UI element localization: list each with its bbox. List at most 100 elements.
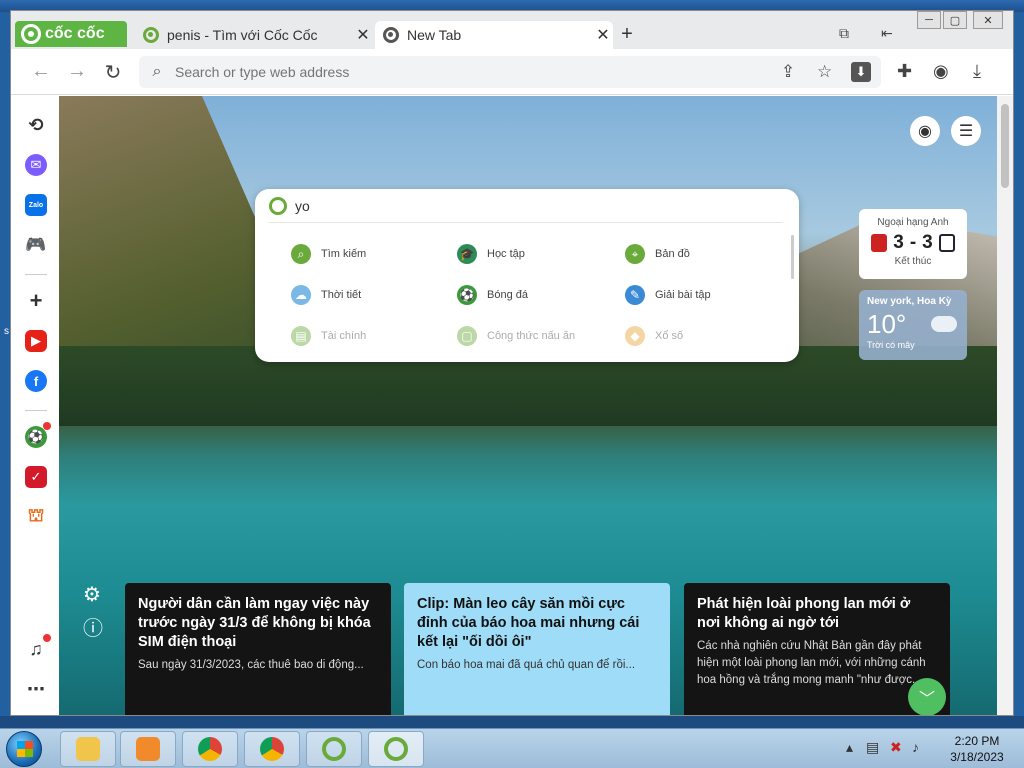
news-desc: Con báo hoa mai đã quá chủ quan để rồi..…: [417, 659, 636, 671]
download-video-icon[interactable]: ⬇: [851, 62, 871, 82]
new-tab-page: ◉ ☰ ⌕ Tìm kiếm 🎓 Học tập ⌖ Bản đồ ☁ Thời tiết ⚽ B…: [59, 96, 997, 715]
minimize-button[interactable]: ─: [917, 11, 941, 29]
info-icon[interactable]: ⓘ: [83, 612, 103, 641]
tray-expand-icon[interactable]: ▴: [846, 739, 853, 756]
close-window-button[interactable]: ✕: [973, 11, 1003, 29]
map-pin-icon: ⌖: [625, 244, 645, 264]
more-icon[interactable]: ⋯: [25, 678, 47, 700]
coccoc-search-icon: [269, 197, 287, 215]
brand-button[interactable]: cốc cốc: [15, 21, 127, 47]
weather-city: New york, Hoa Kỳ: [867, 296, 952, 307]
bookmark-star-icon[interactable]: ☆: [817, 62, 832, 82]
scrollbar-thumb[interactable]: [1001, 104, 1009, 188]
search-icon: ⌕: [291, 244, 311, 264]
start-button[interactable]: [6, 731, 42, 767]
downloads-icon[interactable]: ⤓: [973, 61, 981, 82]
score-line: 3 - 3: [859, 232, 967, 254]
category-item[interactable]: ⌖ Bản đồ: [625, 244, 690, 264]
category-label: Tìm kiếm: [321, 248, 367, 260]
customize-icon[interactable]: ☰: [951, 116, 981, 146]
close-tab-icon[interactable]: ✕: [353, 25, 373, 45]
scroll-down-icon[interactable]: ﹀: [908, 678, 946, 715]
account-icon[interactable]: ◉: [910, 116, 940, 146]
taskbar-chrome-1[interactable]: [182, 731, 238, 767]
panel-divider: [269, 222, 783, 223]
category-label: Thời tiết: [321, 289, 362, 301]
category-item[interactable]: ⚽ Bóng đá: [457, 285, 528, 305]
news-title: Phát hiện loài phong lan mới ở nơi không…: [697, 596, 911, 631]
weather-desc: Trời có mây: [867, 340, 915, 350]
sidebar-divider: [25, 410, 47, 411]
history-icon[interactable]: ⟲: [25, 114, 47, 136]
football-app-icon[interactable]: ⚽: [25, 422, 51, 448]
taskbar-chrome-2[interactable]: [244, 731, 300, 767]
category-item[interactable]: ◆ Xổ số: [625, 326, 683, 346]
close-tab-icon[interactable]: ✕: [593, 25, 613, 45]
sidebar-divider: [25, 274, 47, 275]
messenger-icon[interactable]: ✉: [25, 154, 47, 176]
tick-app-icon[interactable]: ✓: [25, 466, 47, 488]
news-card[interactable]: Clip: Màn leo cây săn mồi cực đỉnh của b…: [404, 583, 670, 715]
tray-network-icon[interactable]: ✖: [890, 739, 902, 756]
page-scrollbar[interactable]: [997, 96, 1013, 715]
sidebar-toggle-icon[interactable]: ⇤: [881, 25, 893, 42]
cloud-icon: [931, 316, 957, 332]
tray-volume-icon[interactable]: ♪: [912, 739, 919, 755]
tab-search-results[interactable]: penis - Tìm với Cốc Cốc ✕: [135, 21, 373, 49]
back-icon[interactable]: ←: [29, 60, 53, 83]
youtube-icon[interactable]: ▶: [25, 330, 47, 352]
category-item[interactable]: ▤ Tài chính: [291, 326, 366, 346]
notification-dot: [43, 422, 51, 430]
forward-icon[interactable]: →: [65, 60, 89, 83]
add-icon[interactable]: +: [25, 288, 47, 313]
news-card[interactable]: Người dân cần làm ngay việc này trước ng…: [125, 583, 391, 715]
league-name: Ngoại hạng Anh: [877, 217, 949, 228]
category-item[interactable]: ⌕ Tìm kiếm: [291, 244, 366, 264]
coccoc-favicon-icon: [383, 27, 399, 43]
taskbar-coccoc-1[interactable]: [306, 731, 362, 767]
home-team-crest-icon: [871, 234, 888, 252]
reader-mode-icon[interactable]: ⧉: [839, 25, 849, 42]
category-item[interactable]: 🎓 Học tập: [457, 244, 525, 264]
shopping-icon[interactable]: ⛫: [25, 505, 47, 528]
football-score-widget[interactable]: Ngoại hạng Anh 3 - 3 Kết thúc: [859, 209, 967, 279]
settings-gear-icon[interactable]: ⚙: [83, 582, 101, 607]
profile-icon[interactable]: ◉: [933, 61, 949, 82]
coccoc-favicon-icon: [143, 27, 159, 43]
news-title: Người dân cần làm ngay việc này trước ng…: [138, 596, 371, 650]
weather-widget[interactable]: New york, Hoa Kỳ 10° Trời có mây: [859, 290, 967, 360]
category-item[interactable]: ✎ Giải bài tập: [625, 285, 711, 305]
maximize-button[interactable]: ▢: [943, 11, 967, 29]
share-icon[interactable]: ⇪: [781, 62, 795, 82]
extensions-icon[interactable]: ✚: [897, 61, 912, 82]
game-icon[interactable]: 🎮: [25, 234, 47, 256]
search-input[interactable]: [295, 198, 775, 214]
address-input[interactable]: [175, 64, 755, 80]
category-label: Bóng đá: [487, 289, 528, 301]
away-score: 3: [922, 232, 933, 253]
new-tab-button[interactable]: +: [617, 23, 637, 46]
panel-scrollbar[interactable]: [791, 235, 794, 279]
category-label: Xổ số: [655, 330, 684, 342]
taskbar-clock[interactable]: 2:20 PM 3/18/2023: [938, 733, 1016, 765]
taskbar-explorer[interactable]: [60, 731, 116, 767]
desktop-wallpaper-left: [0, 12, 10, 718]
category-label: Công thức nấu ăn: [487, 330, 576, 342]
reload-icon[interactable]: ↻: [101, 60, 125, 85]
desktop-wallpaper-bottom: [0, 716, 1024, 728]
category-item[interactable]: ▢ Công thức nấu ăn: [457, 326, 575, 346]
facebook-icon[interactable]: f: [25, 370, 47, 392]
category-item[interactable]: ☁ Thời tiết: [291, 285, 361, 305]
clock-date: 3/18/2023: [950, 750, 1004, 764]
notifications-bell-icon[interactable]: ♫: [25, 634, 51, 660]
taskbar-media-player[interactable]: [120, 731, 176, 767]
category-label: Bản đồ: [655, 248, 690, 260]
category-label: Giải bài tập: [655, 289, 711, 301]
address-bar[interactable]: ⌕ ⇪ ☆ ⬇: [139, 56, 881, 88]
recipe-icon: ▢: [457, 326, 477, 346]
tab-new-tab[interactable]: New Tab ✕: [375, 21, 613, 49]
tray-device-icon[interactable]: ▤: [866, 739, 879, 756]
taskbar-coccoc-2[interactable]: [368, 731, 424, 767]
zalo-icon[interactable]: Zalo: [25, 194, 47, 216]
desktop-edge-text: s: [4, 326, 9, 337]
